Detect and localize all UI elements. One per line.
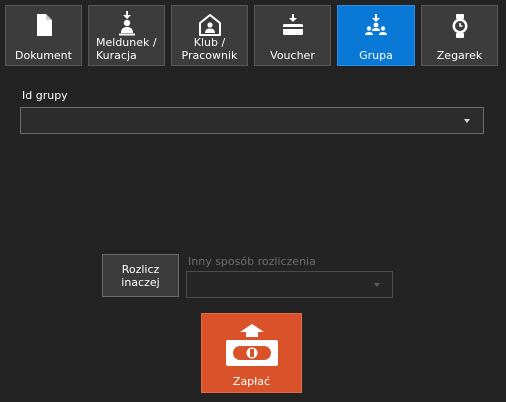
tab-label: Meldunek / Kuracja <box>96 36 157 62</box>
tab-label: Dokument <box>15 49 72 62</box>
voucher-icon <box>255 13 330 37</box>
pay-button[interactable]: Zapłać <box>201 313 302 393</box>
tab-label: Voucher <box>270 49 315 62</box>
tab-klub-pracownik[interactable]: Klub / Pracownik <box>171 5 248 66</box>
payment-panel: Dokument Meldunek / Kuracja Klub / Praco… <box>0 0 506 402</box>
chevron-down-icon <box>374 282 380 287</box>
tab-label: Grupa <box>359 49 393 62</box>
tab-voucher[interactable]: Voucher <box>254 5 331 66</box>
group-id-label: Id grupy <box>22 89 68 102</box>
document-icon <box>6 13 81 37</box>
cash-payment-icon <box>202 323 301 369</box>
tab-meldunek[interactable]: Meldunek / Kuracja <box>88 5 165 66</box>
chevron-down-icon <box>464 118 470 123</box>
tab-label: Zegarek <box>436 49 483 62</box>
watch-icon <box>422 13 497 38</box>
home-person-icon <box>172 13 247 37</box>
other-method-dropdown <box>186 271 393 298</box>
tab-grupa[interactable]: Grupa <box>337 5 415 66</box>
pay-label: Zapłać <box>232 375 271 388</box>
other-method-label: Inny sposób rozliczenia <box>188 255 316 268</box>
tab-label: Klub / Pracownik <box>181 36 238 62</box>
person-checkin-icon <box>89 10 164 36</box>
tab-dokument[interactable]: Dokument <box>5 5 82 66</box>
tab-zegarek[interactable]: Zegarek <box>421 5 498 66</box>
group-icon <box>338 13 414 37</box>
group-id-dropdown[interactable] <box>20 107 484 134</box>
settle-differently-button[interactable]: Rozlicz inaczej <box>102 254 179 297</box>
